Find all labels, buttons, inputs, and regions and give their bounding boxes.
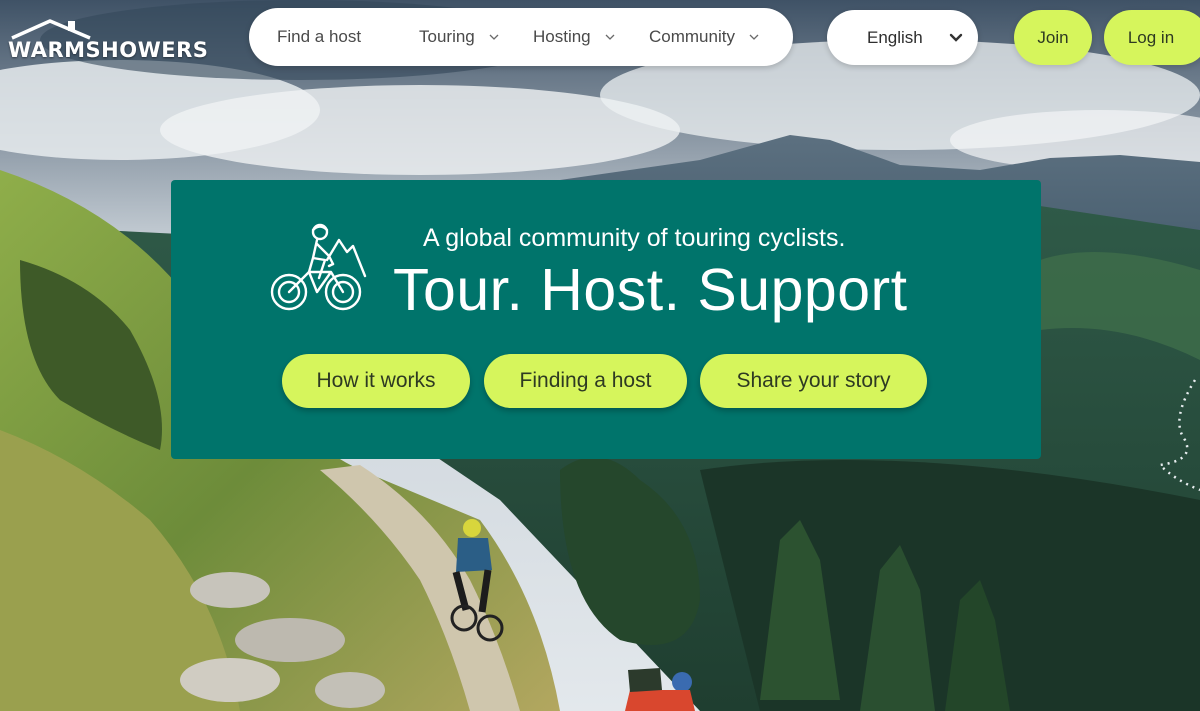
nav-find-a-host[interactable]: Find a host xyxy=(277,8,361,66)
cyclist-mountain-icon xyxy=(270,223,367,311)
share-your-story-button[interactable]: Share your story xyxy=(700,354,927,408)
hero-headline: Tour. Host. Support xyxy=(393,257,908,323)
language-label: English xyxy=(867,27,923,47)
nav-community-dropdown[interactable]: Community xyxy=(649,8,759,66)
how-it-works-button[interactable]: How it works xyxy=(282,354,470,408)
login-button[interactable]: Log in xyxy=(1104,10,1200,65)
house-roof-icon xyxy=(11,19,91,40)
main-navigation: Find a host Touring Hosting Community xyxy=(249,8,793,66)
chevron-down-icon xyxy=(749,34,759,40)
chevron-down-icon xyxy=(605,34,615,40)
chevron-down-icon xyxy=(489,34,499,40)
join-button[interactable]: Join xyxy=(1014,10,1092,65)
warmshowers-logo[interactable]: WARMSHOWERS xyxy=(8,18,218,66)
chevron-down-icon xyxy=(949,33,962,42)
nav-hosting-dropdown[interactable]: Hosting xyxy=(533,8,615,66)
nav-label: Community xyxy=(649,27,735,46)
finding-a-host-button[interactable]: Finding a host xyxy=(484,354,687,408)
logo-text: WARMSHOWERS xyxy=(8,38,209,62)
hero-card: A global community of touring cyclists. … xyxy=(171,180,1041,459)
nav-touring-dropdown[interactable]: Touring xyxy=(419,8,499,66)
nav-label: Find a host xyxy=(277,27,362,46)
language-selector[interactable]: English xyxy=(827,10,978,65)
nav-label: Touring xyxy=(419,27,475,46)
nav-label: Hosting xyxy=(533,27,591,46)
hero-tagline: A global community of touring cyclists. xyxy=(423,224,846,252)
